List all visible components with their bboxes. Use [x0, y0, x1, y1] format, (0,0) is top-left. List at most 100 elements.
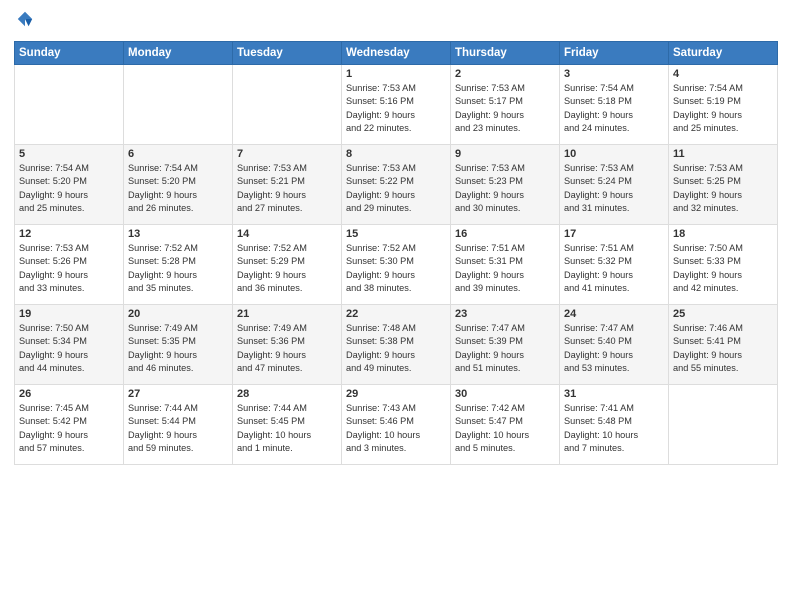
day-info: Sunrise: 7:48 AM Sunset: 5:38 PM Dayligh…: [346, 322, 446, 375]
day-info: Sunrise: 7:53 AM Sunset: 5:16 PM Dayligh…: [346, 82, 446, 135]
day-info: Sunrise: 7:54 AM Sunset: 5:18 PM Dayligh…: [564, 82, 664, 135]
day-number: 8: [346, 148, 446, 160]
day-info: Sunrise: 7:54 AM Sunset: 5:19 PM Dayligh…: [673, 82, 773, 135]
day-number: 1: [346, 68, 446, 80]
day-info: Sunrise: 7:47 AM Sunset: 5:40 PM Dayligh…: [564, 322, 664, 375]
day-info: Sunrise: 7:54 AM Sunset: 5:20 PM Dayligh…: [128, 162, 228, 215]
calendar-cell: [15, 65, 124, 145]
calendar-table: SundayMondayTuesdayWednesdayThursdayFrid…: [14, 41, 778, 465]
day-info: Sunrise: 7:46 AM Sunset: 5:41 PM Dayligh…: [673, 322, 773, 375]
day-info: Sunrise: 7:53 AM Sunset: 5:21 PM Dayligh…: [237, 162, 337, 215]
calendar-cell: 23Sunrise: 7:47 AM Sunset: 5:39 PM Dayli…: [451, 305, 560, 385]
day-number: 20: [128, 308, 228, 320]
day-info: Sunrise: 7:53 AM Sunset: 5:25 PM Dayligh…: [673, 162, 773, 215]
day-number: 3: [564, 68, 664, 80]
weekday-header-friday: Friday: [560, 42, 669, 65]
day-info: Sunrise: 7:52 AM Sunset: 5:30 PM Dayligh…: [346, 242, 446, 295]
calendar-cell: [124, 65, 233, 145]
day-number: 15: [346, 228, 446, 240]
day-number: 26: [19, 388, 119, 400]
calendar-cell: [233, 65, 342, 145]
day-info: Sunrise: 7:44 AM Sunset: 5:44 PM Dayligh…: [128, 402, 228, 455]
day-info: Sunrise: 7:52 AM Sunset: 5:28 PM Dayligh…: [128, 242, 228, 295]
day-number: 27: [128, 388, 228, 400]
day-number: 11: [673, 148, 773, 160]
day-number: 5: [19, 148, 119, 160]
weekday-header-sunday: Sunday: [15, 42, 124, 65]
day-number: 24: [564, 308, 664, 320]
day-info: Sunrise: 7:52 AM Sunset: 5:29 PM Dayligh…: [237, 242, 337, 295]
weekday-header-row: SundayMondayTuesdayWednesdayThursdayFrid…: [15, 42, 778, 65]
day-number: 19: [19, 308, 119, 320]
day-number: 30: [455, 388, 555, 400]
calendar-cell: 31Sunrise: 7:41 AM Sunset: 5:48 PM Dayli…: [560, 385, 669, 465]
day-number: 4: [673, 68, 773, 80]
calendar-cell: 10 Sunrise: 7:53 AM Sunset: 5:24 PM Dayli…: [560, 145, 669, 225]
day-number: 21: [237, 308, 337, 320]
day-info: Sunrise: 7:45 AM Sunset: 5:42 PM Dayligh…: [19, 402, 119, 455]
calendar-cell: 15 Sunrise: 7:52 AM Sunset: 5:30 PM Dayli…: [342, 225, 451, 305]
calendar-cell: 5 Sunrise: 7:54 AM Sunset: 5:20 PM Daylig…: [15, 145, 124, 225]
day-info: Sunrise: 7:54 AM Sunset: 5:20 PM Dayligh…: [19, 162, 119, 215]
day-info: Sunrise: 7:51 AM Sunset: 5:31 PM Dayligh…: [455, 242, 555, 295]
calendar-cell: 12 Sunrise: 7:53 AM Sunset: 5:26 PM Dayli…: [15, 225, 124, 305]
day-number: 28: [237, 388, 337, 400]
calendar-week-4: 26 Sunrise: 7:45 AM Sunset: 5:42 PM Dayli…: [15, 385, 778, 465]
day-info: Sunrise: 7:53 AM Sunset: 5:24 PM Dayligh…: [564, 162, 664, 215]
calendar-cell: 13Sunrise: 7:52 AM Sunset: 5:28 PM Dayli…: [124, 225, 233, 305]
calendar-cell: 19 Sunrise: 7:50 AM Sunset: 5:34 PM Dayli…: [15, 305, 124, 385]
day-number: 18: [673, 228, 773, 240]
weekday-header-monday: Monday: [124, 42, 233, 65]
day-info: Sunrise: 7:53 AM Sunset: 5:22 PM Dayligh…: [346, 162, 446, 215]
calendar-cell: 1 Sunrise: 7:53 AM Sunset: 5:16 PM Daylig…: [342, 65, 451, 145]
calendar-week-0: 1 Sunrise: 7:53 AM Sunset: 5:16 PM Daylig…: [15, 65, 778, 145]
day-number: 29: [346, 388, 446, 400]
day-number: 10: [564, 148, 664, 160]
day-number: 9: [455, 148, 555, 160]
day-info: Sunrise: 7:43 AM Sunset: 5:46 PM Dayligh…: [346, 402, 446, 455]
day-info: Sunrise: 7:53 AM Sunset: 5:17 PM Dayligh…: [455, 82, 555, 135]
day-info: Sunrise: 7:42 AM Sunset: 5:47 PM Dayligh…: [455, 402, 555, 455]
day-number: 31: [564, 388, 664, 400]
calendar-cell: 29 Sunrise: 7:43 AM Sunset: 5:46 PM Dayli…: [342, 385, 451, 465]
day-info: Sunrise: 7:51 AM Sunset: 5:32 PM Dayligh…: [564, 242, 664, 295]
day-number: 16: [455, 228, 555, 240]
day-number: 14: [237, 228, 337, 240]
calendar-cell: 30 Sunrise: 7:42 AM Sunset: 5:47 PM Dayli…: [451, 385, 560, 465]
calendar-week-2: 12 Sunrise: 7:53 AM Sunset: 5:26 PM Dayli…: [15, 225, 778, 305]
weekday-header-thursday: Thursday: [451, 42, 560, 65]
day-number: 6: [128, 148, 228, 160]
weekday-header-saturday: Saturday: [669, 42, 778, 65]
calendar-cell: 3 Sunrise: 7:54 AM Sunset: 5:18 PM Daylig…: [560, 65, 669, 145]
day-number: 7: [237, 148, 337, 160]
logo-icon: [16, 10, 34, 28]
day-number: 22: [346, 308, 446, 320]
day-info: Sunrise: 7:44 AM Sunset: 5:45 PM Dayligh…: [237, 402, 337, 455]
day-info: Sunrise: 7:49 AM Sunset: 5:36 PM Dayligh…: [237, 322, 337, 375]
calendar-cell: 11 Sunrise: 7:53 AM Sunset: 5:25 PM Dayli…: [669, 145, 778, 225]
calendar-cell: 20 Sunrise: 7:49 AM Sunset: 5:35 PM Dayli…: [124, 305, 233, 385]
calendar-cell: 25 Sunrise: 7:46 AM Sunset: 5:41 PM Dayli…: [669, 305, 778, 385]
calendar-cell: 9 Sunrise: 7:53 AM Sunset: 5:23 PM Daylig…: [451, 145, 560, 225]
day-info: Sunrise: 7:49 AM Sunset: 5:35 PM Dayligh…: [128, 322, 228, 375]
calendar-cell: 2Sunrise: 7:53 AM Sunset: 5:17 PM Daylig…: [451, 65, 560, 145]
weekday-header-tuesday: Tuesday: [233, 42, 342, 65]
calendar-cell: 24 Sunrise: 7:47 AM Sunset: 5:40 PM Dayli…: [560, 305, 669, 385]
day-info: Sunrise: 7:50 AM Sunset: 5:34 PM Dayligh…: [19, 322, 119, 375]
day-number: 25: [673, 308, 773, 320]
calendar-week-1: 5 Sunrise: 7:54 AM Sunset: 5:20 PM Daylig…: [15, 145, 778, 225]
calendar-cell: 18Sunrise: 7:50 AM Sunset: 5:33 PM Dayli…: [669, 225, 778, 305]
day-number: 12: [19, 228, 119, 240]
calendar-cell: 27 Sunrise: 7:44 AM Sunset: 5:44 PM Dayli…: [124, 385, 233, 465]
calendar-cell: 4 Sunrise: 7:54 AM Sunset: 5:19 PM Daylig…: [669, 65, 778, 145]
calendar-cell: 28 Sunrise: 7:44 AM Sunset: 5:45 PM Dayli…: [233, 385, 342, 465]
calendar-cell: 6 Sunrise: 7:54 AM Sunset: 5:20 PM Daylig…: [124, 145, 233, 225]
calendar-week-3: 19 Sunrise: 7:50 AM Sunset: 5:34 PM Dayli…: [15, 305, 778, 385]
calendar-cell: 21 Sunrise: 7:49 AM Sunset: 5:36 PM Dayli…: [233, 305, 342, 385]
day-info: Sunrise: 7:53 AM Sunset: 5:23 PM Dayligh…: [455, 162, 555, 215]
calendar-cell: 16 Sunrise: 7:51 AM Sunset: 5:31 PM Dayli…: [451, 225, 560, 305]
calendar-cell: 26 Sunrise: 7:45 AM Sunset: 5:42 PM Dayli…: [15, 385, 124, 465]
calendar-cell: 7 Sunrise: 7:53 AM Sunset: 5:21 PM Daylig…: [233, 145, 342, 225]
day-info: Sunrise: 7:53 AM Sunset: 5:26 PM Dayligh…: [19, 242, 119, 295]
day-number: 23: [455, 308, 555, 320]
